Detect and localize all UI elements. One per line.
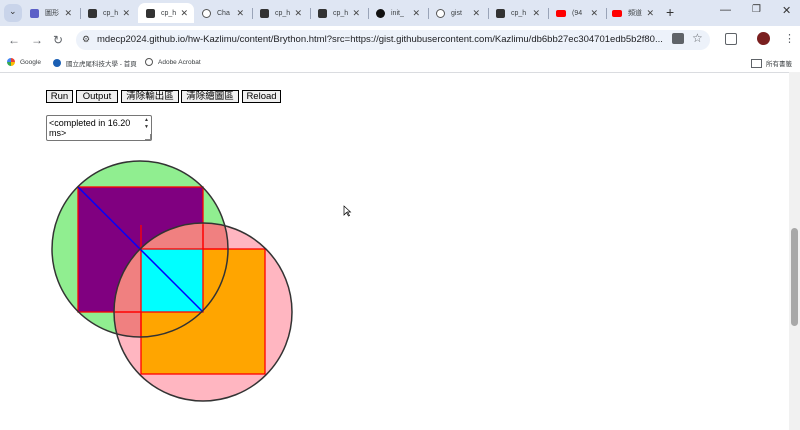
scrollbar-thumb[interactable] [791,228,798,326]
drawing-canvas [51,160,352,402]
mouse-cursor-icon [343,205,352,217]
